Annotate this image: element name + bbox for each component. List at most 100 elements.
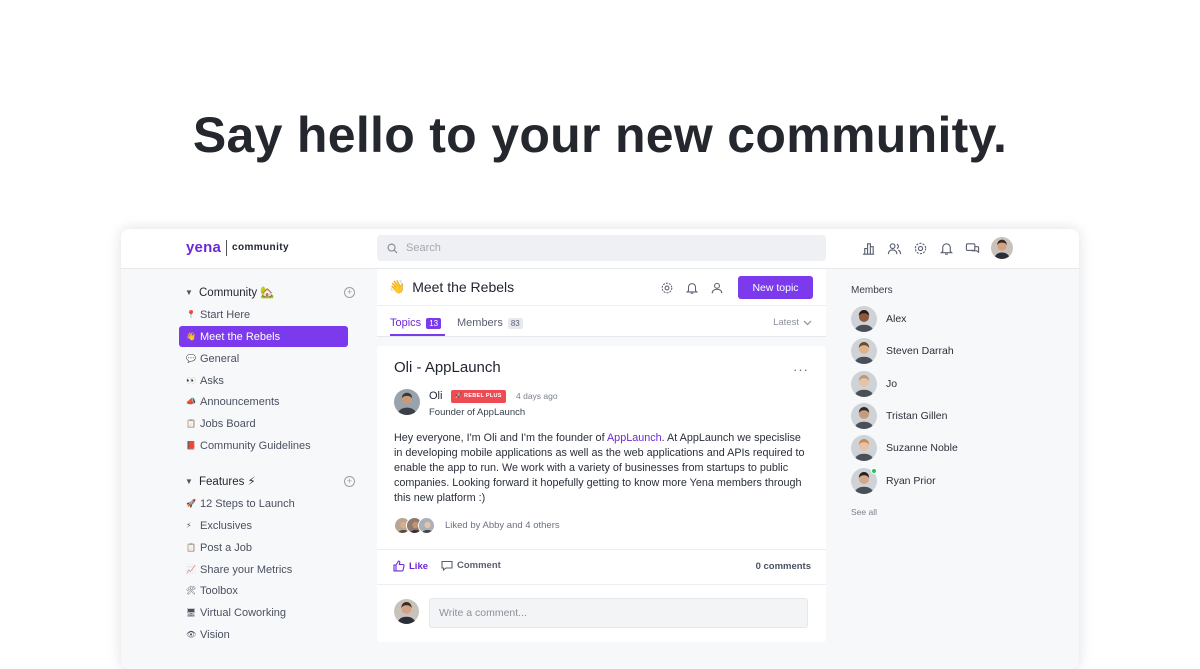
sidebar-item-announcements[interactable]: 📣 Announcements: [179, 391, 348, 412]
avatar: [851, 370, 877, 397]
tab-topics[interactable]: Topics 13: [390, 317, 442, 329]
rebel-plus-badge: 🚀 REBEL PLUS: [451, 390, 506, 403]
member-item[interactable]: Tristan Gillen: [851, 402, 948, 429]
channel-header: 👋 Meet the Rebels New topic Topics 13 Me…: [377, 269, 826, 337]
sidebar-item-post-a-job[interactable]: 📋 Post a Job: [179, 537, 348, 558]
clipboard-icon: 📋: [186, 419, 196, 428]
avatar: [851, 467, 877, 494]
avatar: [851, 435, 877, 462]
sidebar-item-general[interactable]: 💬 General: [179, 348, 348, 369]
logo-name: yena: [186, 239, 221, 256]
sidebar-item-label: Share your Metrics: [200, 563, 293, 576]
new-topic-button[interactable]: New topic: [738, 276, 813, 299]
avatar: [851, 306, 877, 332]
channel-notifications-icon[interactable]: [685, 281, 699, 295]
caret-down-icon: ▼: [185, 476, 193, 486]
people-icon[interactable]: [887, 241, 902, 256]
sidebar-item-label: Start Here: [200, 308, 251, 321]
sidebar-section-community[interactable]: ▼ Community 🏡 +: [185, 283, 355, 301]
sidebar-item-label: 12 Steps to Launch: [200, 497, 295, 510]
liker-avatars[interactable]: [394, 517, 435, 534]
settings-icon[interactable]: [913, 241, 928, 256]
section-label: Features ⚡: [199, 476, 256, 488]
channel-actions: [660, 281, 724, 295]
eye-icon: 👁: [186, 630, 197, 639]
avatar: [851, 402, 877, 429]
more-options-icon[interactable]: ···: [793, 362, 809, 377]
wave-icon: 👋: [389, 279, 406, 294]
online-status-indicator: [871, 467, 877, 474]
sidebar-item-asks[interactable]: 👀 Asks: [179, 370, 348, 391]
sidebar-item-label: Virtual Coworking: [200, 606, 287, 619]
sidebar-item-exclusives[interactable]: ⚡ Exclusives: [179, 515, 348, 536]
thumbs-up-icon: [393, 560, 405, 572]
sidebar-item-community-guidelines[interactable]: 📕 Community Guidelines: [179, 435, 348, 456]
sidebar-item-label: Meet the Rebels: [200, 330, 281, 343]
section-label: Community 🏡: [199, 287, 275, 299]
sidebar-item-toolbox[interactable]: 🛠 Toolbox: [179, 580, 348, 601]
caret-down-icon: ▼: [185, 287, 193, 297]
user-avatar[interactable]: [991, 237, 1013, 259]
tab-members[interactable]: Members 83: [457, 317, 523, 329]
top-icons: [861, 241, 980, 256]
chart-icon: 📈: [186, 565, 196, 574]
tab-label: Topics: [390, 317, 422, 329]
post-title[interactable]: Oli - AppLaunch: [394, 359, 501, 376]
eyes-icon: 👀: [186, 376, 196, 385]
like-button[interactable]: Like: [393, 560, 428, 572]
notifications-icon[interactable]: [939, 241, 954, 256]
current-user-avatar: [394, 599, 419, 624]
channel-member-icon[interactable]: [710, 281, 724, 295]
tab-count-badge: 13: [426, 317, 442, 329]
sidebar-item-start-here[interactable]: 📍 Start Here: [179, 304, 348, 325]
author-avatar[interactable]: [394, 389, 420, 415]
megaphone-icon: 📣: [186, 397, 196, 406]
sidebar: ▼ Community 🏡 + 📍 Start Here 👋 Meet the Re…: [121, 269, 377, 669]
applaunch-link[interactable]: AppLaunch: [607, 432, 662, 444]
sidebar-item-12-steps[interactable]: 🚀 12 Steps to Launch: [179, 493, 348, 514]
add-channel-icon[interactable]: +: [344, 286, 355, 298]
sidebar-section-features[interactable]: ▼ Features ⚡ +: [185, 472, 355, 490]
sidebar-item-label: Vision: [200, 628, 230, 641]
member-item[interactable]: Steven Darrah: [851, 338, 954, 365]
member-name: Steven Darrah: [886, 345, 954, 358]
leaderboard-icon[interactable]: [861, 241, 876, 256]
post-body: Hey everyone, I'm Oli and I'm the founde…: [394, 431, 808, 506]
sidebar-item-virtual-coworking[interactable]: 🖥 Virtual Coworking: [179, 602, 348, 623]
comment-input[interactable]: [429, 598, 808, 628]
messages-icon[interactable]: [965, 241, 980, 256]
add-channel-icon[interactable]: +: [344, 475, 355, 487]
sidebar-item-vision[interactable]: 👁 Vision: [179, 624, 348, 645]
tools-icon: 🛠: [186, 586, 197, 595]
sort-dropdown[interactable]: Latest: [773, 317, 812, 328]
sidebar-item-label: Community Guidelines: [200, 439, 311, 452]
sort-label: Latest: [773, 317, 799, 328]
channel-settings-icon[interactable]: [660, 281, 674, 295]
comment-button[interactable]: Comment: [441, 560, 501, 571]
member-name: Tristan Gillen: [886, 409, 948, 422]
see-all-link[interactable]: See all: [851, 507, 877, 517]
search-input[interactable]: [406, 242, 806, 254]
author-name[interactable]: Oli: [429, 390, 442, 402]
liked-by-text[interactable]: Liked by Abby and 4 others: [445, 520, 560, 531]
sidebar-item-share-metrics[interactable]: 📈 Share your Metrics: [179, 559, 348, 580]
member-item[interactable]: Alex: [851, 306, 906, 332]
member-name: Suzanne Noble: [886, 442, 958, 455]
member-item[interactable]: Ryan Prior: [851, 467, 936, 494]
sidebar-item-meet-the-rebels[interactable]: 👋 Meet the Rebels: [179, 326, 348, 347]
sidebar-item-label: Jobs Board: [200, 417, 256, 430]
main-feed: 👋 Meet the Rebels New topic Topics 13 Me…: [377, 269, 826, 669]
comment-count[interactable]: 0 comments: [756, 561, 811, 572]
member-item[interactable]: Jo: [851, 370, 897, 397]
member-item[interactable]: Suzanne Noble: [851, 435, 958, 462]
members-title: Members: [851, 285, 893, 296]
channel-title: 👋 Meet the Rebels: [389, 279, 514, 295]
author-role: Founder of AppLaunch: [429, 407, 526, 418]
search-bar[interactable]: [377, 235, 826, 261]
channel-name: Meet the Rebels: [412, 279, 515, 295]
top-bar: yena community: [121, 229, 1079, 269]
sidebar-item-jobs-board[interactable]: 📋 Jobs Board: [179, 413, 348, 434]
logo[interactable]: yena community: [186, 239, 289, 256]
lightning-icon: ⚡: [186, 521, 192, 530]
tab-count-badge: 83: [507, 317, 523, 329]
